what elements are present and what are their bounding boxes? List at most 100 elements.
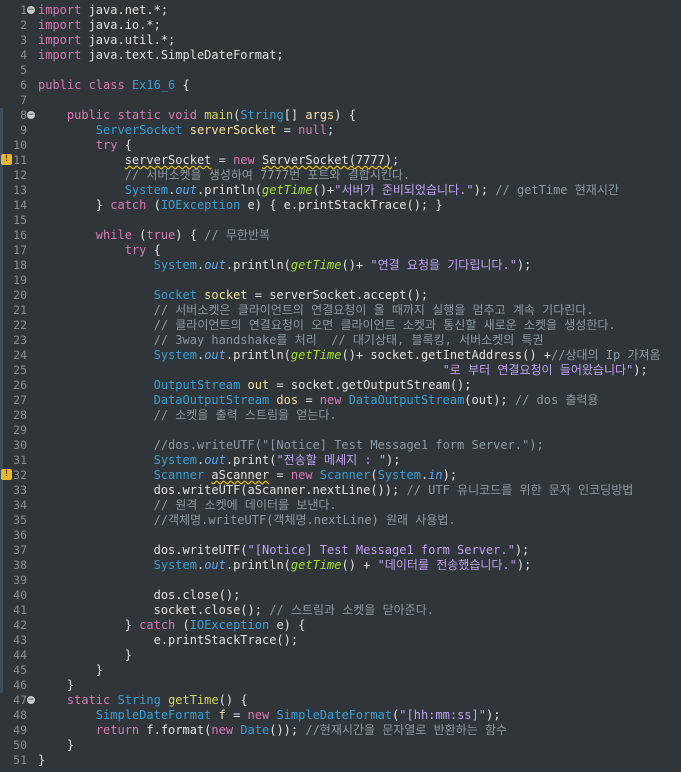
code-token: // getTime 현재시간: [495, 183, 619, 197]
code-line[interactable]: 28 // 소켓을 출력 스트림을 얻는다.: [0, 408, 681, 423]
code-token: true: [146, 228, 176, 242]
code-line[interactable]: 45 }: [0, 663, 681, 678]
code-token: SimpleDateFormat: [276, 708, 393, 722]
code-token: Date: [240, 723, 270, 737]
code-line[interactable]: 46 }: [0, 678, 681, 693]
fold-collapse-icon[interactable]: −: [27, 111, 35, 120]
code-text: return f.format(new Date()); //현재시간을 문자열…: [38, 723, 507, 738]
code-token: static: [66, 693, 118, 707]
code-token: import: [38, 3, 89, 17]
fold-collapse-icon[interactable]: −: [27, 6, 35, 15]
code-token: e.printStackTrace();: [38, 633, 299, 647]
code-line[interactable]: ! 32 Scanner aScanner = new Scanner(Syste…: [0, 468, 681, 483]
code-line[interactable]: 1− import java.net.*;: [0, 3, 681, 18]
code-token: "연결 요청을 기다립니다.": [370, 258, 517, 272]
code-line[interactable]: 43 e.printStackTrace();: [0, 633, 681, 648]
code-line[interactable]: 49 return f.format(new Date()); //현재시간을 …: [0, 723, 681, 738]
code-line[interactable]: 26 OutputStream out = socket.getOutputSt…: [0, 378, 681, 393]
code-token: System: [377, 468, 421, 482]
code-line[interactable]: 51}: [0, 753, 681, 768]
code-line[interactable]: 21 // 서버소켓은 클라이언트의 연결요청이 올 때까지 실행을 멈추고 계…: [0, 303, 681, 318]
code-line[interactable]: 37 dos.writeUTF("[Notice] Test Message1 …: [0, 543, 681, 558]
code-line[interactable]: 44 }: [0, 648, 681, 663]
code-line[interactable]: 3 import java.util.*;: [0, 33, 681, 48]
line-number: 46: [13, 678, 27, 692]
code-editor[interactable]: 1− import java.net.*; 2 import java.io.*; 3 i…: [0, 0, 681, 772]
code-line[interactable]: 29: [0, 423, 681, 438]
code-text: import java.io.*;: [38, 18, 161, 33]
code-line[interactable]: 41 socket.close(); // 스트림과 소켓을 닫아준다.: [0, 603, 681, 618]
code-line[interactable]: 40 dos.close();: [0, 588, 681, 603]
code-line[interactable]: 14 } catch (IOException e) { e.printStac…: [0, 198, 681, 213]
code-line[interactable]: 47− static String getTime() {: [0, 693, 681, 708]
code-line[interactable]: 39: [0, 573, 681, 588]
code-line[interactable]: 30 //dos.writeUTF("[Notice] Test Message…: [0, 438, 681, 453]
code-line[interactable]: 5: [0, 63, 681, 78]
code-line[interactable]: 10 try {: [0, 138, 681, 153]
code-line[interactable]: 8− public static void main(String[] args…: [0, 108, 681, 123]
code-line[interactable]: 38 System.out.println(getTime() + "데이터를 …: [0, 558, 681, 573]
code-line[interactable]: 6 public class Ex16_6 {: [0, 78, 681, 93]
code-line[interactable]: 34 // 원격 소켓에 데이터를 보낸다.: [0, 498, 681, 513]
code-token: DataOutputStream: [153, 393, 277, 407]
code-line[interactable]: 13 System.out.println(getTime()+"서버가 준비되…: [0, 183, 681, 198]
code-line[interactable]: 23 // 3way handshake를 처리 // 대기상태, 블록킹, 서…: [0, 333, 681, 348]
change-ruler-marker: [0, 348, 3, 363]
change-ruler-marker: [0, 678, 3, 693]
code-line[interactable]: 24 System.out.println(getTime()+ socket.…: [0, 348, 681, 363]
change-ruler-marker: [0, 558, 3, 573]
code-line[interactable]: 9 ServerSocket serverSocket = null;: [0, 123, 681, 138]
code-line[interactable]: 17 try {: [0, 243, 681, 258]
line-number: 36: [13, 528, 27, 542]
code-line[interactable]: 25 "로 부터 연결요청이 들어왔습니다");: [0, 363, 681, 378]
code-line[interactable]: 20 Socket socket = serverSocket.accept()…: [0, 288, 681, 303]
code-text: }: [38, 753, 45, 768]
code-line[interactable]: 33 dos.writeUTF(aScanner.nextLine()); //…: [0, 483, 681, 498]
code-line[interactable]: 42 } catch (IOException e) {: [0, 618, 681, 633]
code-line[interactable]: 19: [0, 273, 681, 288]
code-line[interactable]: 4 import java.text.SimpleDateFormat;: [0, 48, 681, 63]
code-text: }: [38, 663, 103, 678]
fold-collapse-icon[interactable]: −: [27, 696, 35, 705]
code-text: // 원격 소켓에 데이터를 보낸다.: [38, 498, 337, 513]
line-number: 31: [13, 453, 27, 467]
code-line[interactable]: 50 }: [0, 738, 681, 753]
code-token: serverSocket: [189, 123, 277, 137]
line-number: 8: [20, 108, 27, 122]
line-number: 18: [13, 258, 27, 272]
code-line[interactable]: 16 while (true) { // 무한반복: [0, 228, 681, 243]
code-line[interactable]: ! 11 serverSocket = new ServerSocket(7777…: [0, 153, 681, 168]
code-line[interactable]: 31 System.out.print("전송할 메세지 : ");: [0, 453, 681, 468]
code-token: Ex16_6: [131, 78, 176, 92]
code-line[interactable]: 22 // 클라이언트의 연결요청이 오면 클라이언트 소켓과 통신할 새로운 …: [0, 318, 681, 333]
code-line[interactable]: 48 SimpleDateFormat f = new SimpleDateFo…: [0, 708, 681, 723]
code-line[interactable]: 7: [0, 93, 681, 108]
line-number: 38: [13, 558, 27, 572]
code-token: catch: [110, 198, 147, 212]
code-token: (: [131, 228, 147, 242]
code-token: socket.close();: [38, 603, 270, 617]
code-token: new: [247, 708, 277, 722]
code-line[interactable]: 27 DataOutputStream dos = new DataOutput…: [0, 393, 681, 408]
code-token: f.format(: [146, 723, 212, 737]
code-line[interactable]: 2 import java.io.*;: [0, 18, 681, 33]
change-ruler-marker: [0, 123, 3, 138]
code-token: }: [38, 663, 104, 677]
change-ruler-marker: [0, 543, 3, 558]
code-token: catch: [139, 618, 176, 632]
code-token: (: [146, 198, 161, 212]
code-token: =: [269, 468, 291, 482]
code-line[interactable]: 35 //객체명.writeUTF(객체명.nextLine) 원래 사용법.: [0, 513, 681, 528]
code-line[interactable]: 15: [0, 213, 681, 228]
code-lines: 1− import java.net.*; 2 import java.io.*; 3 i…: [0, 3, 681, 768]
code-line[interactable]: 36: [0, 528, 681, 543]
code-line[interactable]: 12 // 서버소켓을 생성하여 7777번 포트와 결합시킨다.: [0, 168, 681, 183]
code-text: // 서버소켓을 생성하여 7777번 포트와 결합시킨다.: [38, 168, 410, 183]
change-ruler-marker: [0, 483, 3, 498]
code-line[interactable]: 18 System.out.println(getTime()+ "연결 요청을…: [0, 258, 681, 273]
